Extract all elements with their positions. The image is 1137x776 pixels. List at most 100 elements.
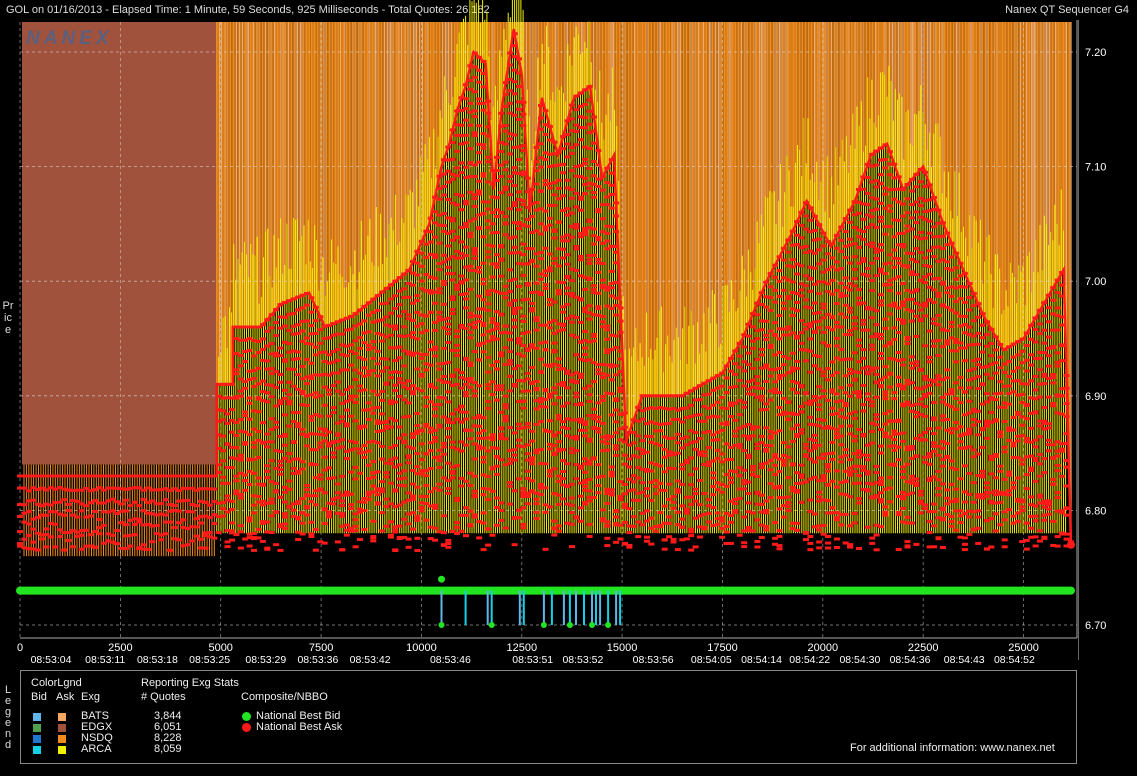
ask-dot: [551, 261, 558, 265]
ask-dot: [507, 502, 514, 506]
ask-dot: [423, 494, 430, 498]
ask-dot: [529, 258, 536, 262]
ask-dot: [343, 354, 350, 358]
ask-dot: [780, 463, 787, 467]
ask-dot: [374, 308, 381, 312]
ask-dot: [516, 477, 522, 481]
ask-dot: [909, 227, 915, 231]
ask-dot: [176, 538, 182, 542]
ask-dot: [507, 426, 514, 430]
ask-dot: [732, 362, 739, 366]
ask-dot: [432, 407, 439, 411]
ask-dot: [405, 537, 412, 541]
ask-dot: [560, 162, 567, 166]
ask-dot: [370, 369, 377, 372]
ask-dot: [785, 297, 792, 301]
ask-dot: [498, 427, 505, 431]
ask-dot: [449, 278, 456, 282]
ask-dot: [268, 367, 275, 371]
ask-dot: [573, 516, 580, 520]
ask-dot: [202, 501, 209, 504]
ask-dot: [392, 389, 399, 393]
ask-dot: [878, 491, 884, 495]
ask-dot: [772, 380, 779, 384]
ask-dot: [533, 182, 540, 186]
ask-dot: [789, 387, 796, 391]
ask-dot: [61, 498, 68, 502]
ask-dot: [463, 443, 469, 447]
ask-dot: [573, 226, 580, 230]
ask-dot: [856, 392, 862, 396]
ask-dot: [573, 269, 580, 272]
ask-dot: [92, 545, 99, 549]
ask-dot: [489, 317, 496, 321]
ask-dot: [246, 433, 253, 437]
ask-dot: [577, 320, 584, 324]
ask-dot: [599, 508, 606, 512]
ask-dot: [750, 529, 756, 533]
ask-dot: [432, 348, 439, 352]
ask-dot: [591, 227, 597, 231]
ask-dot: [758, 434, 765, 438]
ask-dot: [873, 413, 880, 417]
ask-dot: [507, 338, 514, 342]
ask-dot: [167, 548, 174, 552]
ask-dot: [410, 390, 416, 394]
ask-dot: [511, 367, 518, 371]
ask-dot: [524, 371, 531, 375]
ask-dot: [189, 510, 196, 514]
ask-dot: [851, 377, 858, 381]
ask-dot: [39, 537, 46, 541]
ask-dot: [754, 357, 761, 361]
ask-dot: [520, 526, 527, 530]
ask-dot: [807, 289, 814, 293]
ask-dot: [569, 117, 575, 121]
ask-dot: [268, 514, 275, 518]
ask-dot: [794, 423, 801, 427]
ask-dot: [321, 403, 328, 407]
ask-dot: [365, 373, 372, 377]
ask-dot: [860, 259, 867, 263]
ask-dot: [264, 359, 271, 363]
ask-dot: [224, 442, 231, 446]
ask-dot: [233, 474, 240, 478]
ask-dot: [560, 381, 567, 385]
ask-dot: [237, 418, 244, 422]
ask-dot: [582, 353, 589, 356]
ask-dot: [498, 388, 505, 392]
ask-dot: [184, 498, 191, 502]
ask-dot: [798, 264, 805, 268]
ask-dot: [869, 369, 876, 373]
ask-dot: [674, 548, 681, 552]
ask-dot: [476, 68, 483, 72]
ask-dot: [493, 523, 500, 527]
ask-dot: [909, 252, 915, 256]
ask-dot: [895, 331, 902, 334]
ask-dot: [591, 496, 597, 499]
ask-dot: [794, 243, 801, 247]
ask-dot: [498, 150, 505, 154]
ask-dot: [816, 311, 823, 315]
ask-dot: [224, 481, 231, 485]
ask-dot: [591, 380, 597, 384]
ask-dot: [758, 347, 765, 351]
ask-dot: [763, 305, 770, 309]
ask-dot: [776, 314, 783, 318]
ask-dot: [123, 498, 129, 502]
ask-dot: [507, 193, 514, 197]
ask-dot: [666, 515, 673, 519]
ask-dot: [401, 364, 408, 368]
ask-dot: [758, 353, 765, 357]
ask-dot: [741, 515, 748, 519]
ask-dot: [864, 273, 871, 277]
ask-dot: [502, 526, 509, 530]
ask-dot: [127, 544, 134, 548]
ask-dot: [273, 490, 280, 494]
ask-dot: [750, 366, 756, 370]
ask-dot: [493, 505, 500, 509]
ask-dot: [286, 399, 293, 403]
ask-dot: [551, 256, 558, 260]
ask-dot: [608, 435, 615, 439]
ask-dot: [471, 175, 478, 178]
ask-dot: [829, 278, 836, 282]
